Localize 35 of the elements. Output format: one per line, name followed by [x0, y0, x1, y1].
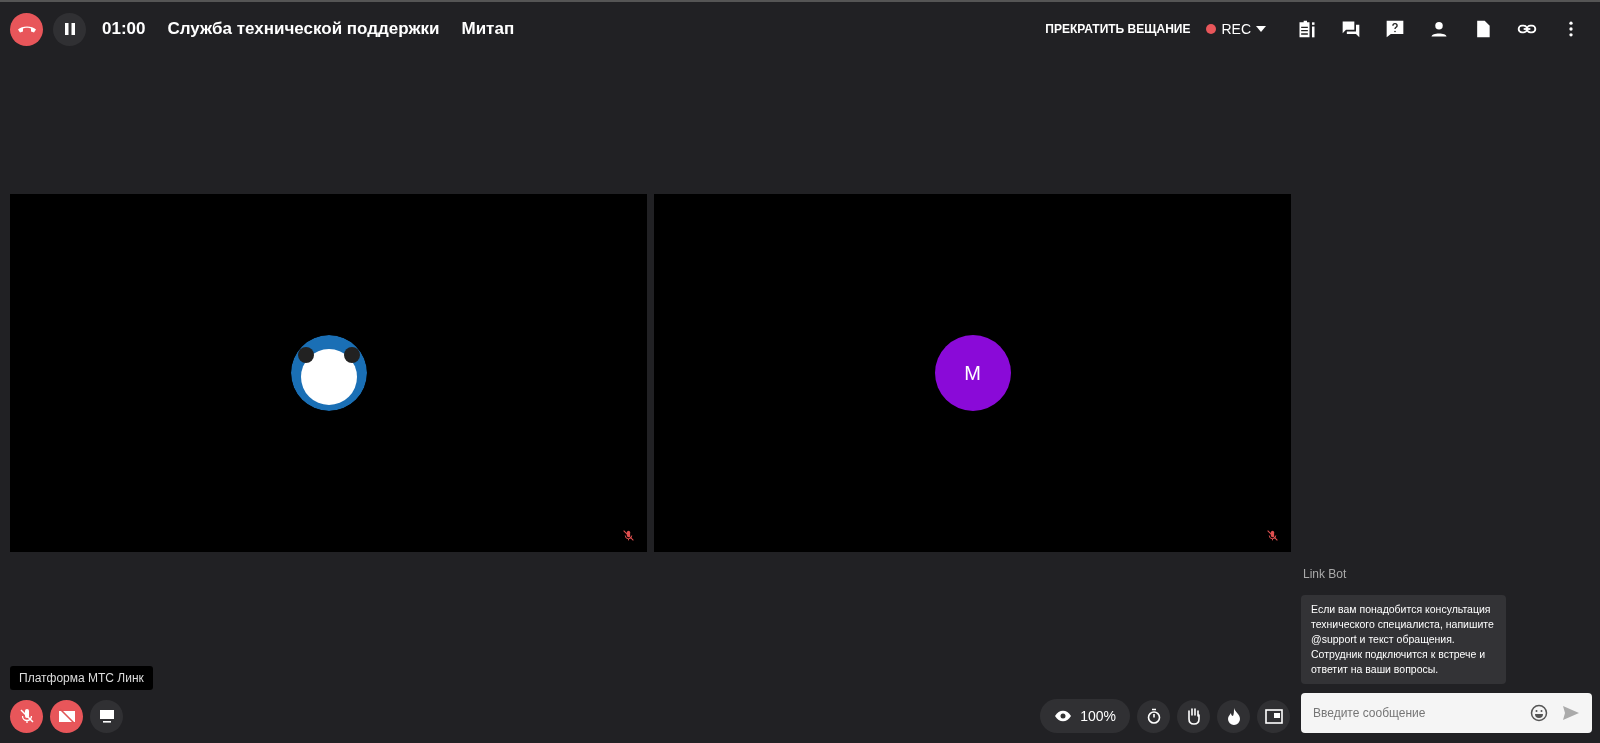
flame-icon	[1226, 707, 1241, 725]
caret-icon	[1256, 26, 1266, 32]
phone-icon	[17, 25, 36, 33]
chat-icon[interactable]	[1341, 19, 1361, 39]
timer: 01:00	[102, 19, 146, 39]
stop-stream-button[interactable]: ПРЕКРАТИТЬ ВЕЩАНИЕ	[1045, 22, 1191, 36]
rec-button[interactable]: REC	[1206, 21, 1266, 37]
camera-button[interactable]	[50, 699, 83, 733]
end-call-button[interactable]	[10, 12, 43, 46]
eye-icon	[1054, 710, 1073, 722]
monitor-icon	[98, 708, 115, 724]
question-icon[interactable]	[1385, 19, 1405, 39]
microphone-button[interactable]	[10, 699, 43, 733]
chat-message: Если вам понадобится консультация технического специалиста, напишите @support и текст обращения. Сотрудник подключится к встрече и ответит на ваши вопросы.	[1301, 595, 1506, 684]
camera-off-icon	[57, 708, 76, 724]
picture-in-picture-button[interactable]	[1257, 699, 1290, 733]
tooltip: Платформа МТС Линк	[10, 666, 153, 690]
emoji-icon[interactable]	[1530, 704, 1548, 722]
avatar-initial: M	[934, 335, 1011, 411]
timer-button[interactable]	[1137, 699, 1170, 733]
pause-button[interactable]	[53, 12, 86, 46]
message-input[interactable]: Введите сообщение	[1301, 693, 1592, 733]
stopwatch-icon	[1145, 708, 1162, 724]
meeting-title: Служба технической поддержки	[167, 19, 440, 39]
viewers-percent: 100%	[1080, 708, 1116, 724]
sender-name: Link Bot	[1303, 567, 1348, 581]
meeting-type: Митап	[461, 19, 515, 39]
mic-off-icon	[18, 708, 35, 724]
reaction-button[interactable]	[1217, 699, 1250, 733]
hand-icon	[1185, 707, 1202, 725]
picture-in-picture-icon	[1264, 708, 1283, 724]
screen-share-button[interactable]	[90, 699, 123, 733]
person-icon[interactable]	[1429, 19, 1449, 39]
clipboard-icon[interactable]	[1297, 19, 1317, 39]
raise-hand-button[interactable]	[1177, 699, 1210, 733]
